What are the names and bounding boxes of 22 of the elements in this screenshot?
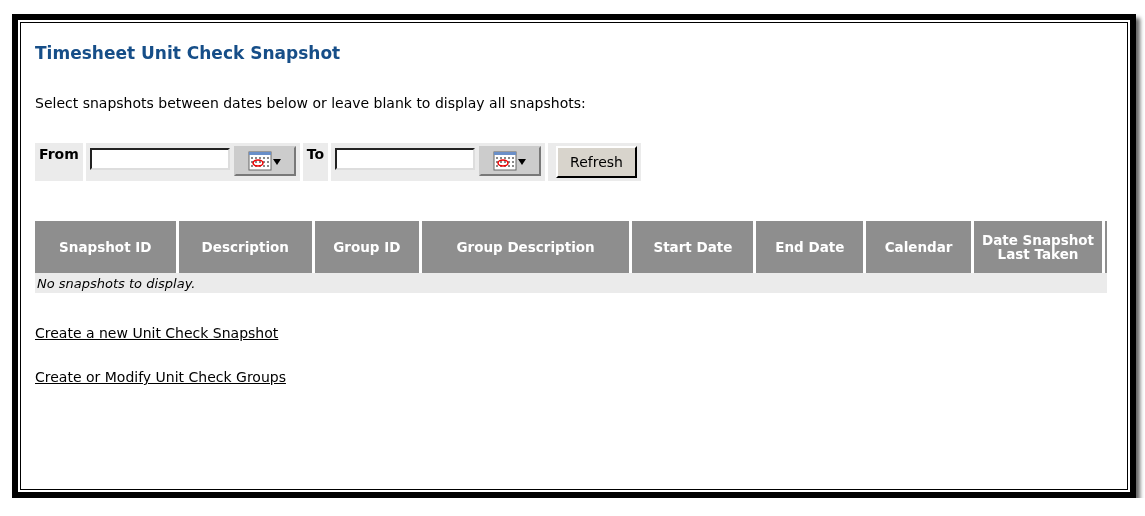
- date-field[interactable]: [335, 148, 476, 170]
- refresh-button[interactable]: Refresh: [556, 146, 637, 178]
- nav-link[interactable]: Create a new Unit Check Snapshot: [35, 325, 279, 341]
- calendar-button[interactable]: [233, 146, 296, 176]
- column-header: Start Date: [632, 221, 754, 273]
- calendar-icon: [493, 151, 528, 171]
- calendar-icon: [247, 151, 282, 171]
- column-header: End Date: [756, 221, 864, 273]
- column-header: Snapshot ID: [35, 221, 176, 273]
- filter-label: To: [306, 146, 325, 162]
- empty-message: No snapshots to display.: [35, 273, 1107, 293]
- page-title: Timesheet Unit Check Snapshot: [35, 43, 342, 63]
- date-field[interactable]: [89, 148, 230, 170]
- column-header: Date Snapshot Last Taken: [974, 221, 1102, 273]
- column-header: Group Description: [421, 221, 630, 273]
- filter-label: From: [39, 146, 79, 162]
- column-header: Group ID: [314, 221, 419, 273]
- column-header: Calendar: [866, 221, 971, 273]
- nav-link[interactable]: Create or Modify Unit Check Groups: [35, 369, 286, 385]
- calendar-button[interactable]: [479, 146, 542, 176]
- column-header: Description: [178, 221, 312, 273]
- instructions-text: Select snapshots between dates below or leave blank to display all snapshots:: [35, 95, 587, 111]
